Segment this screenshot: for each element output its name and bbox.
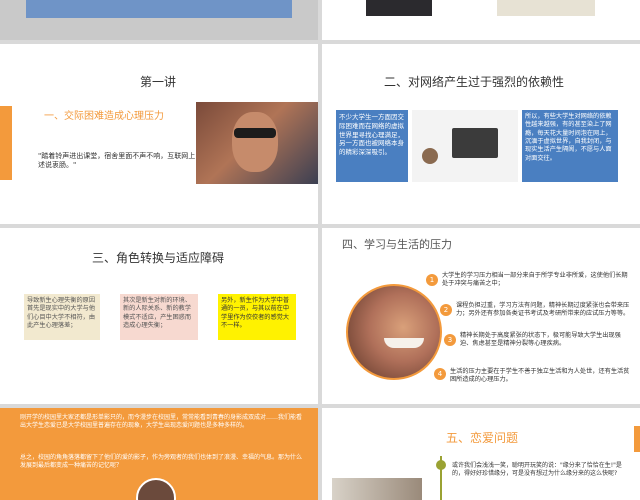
slide-7[interactable]: 刚开学的校园里大家还都是形单影只的，而今漫步在校园里，常常能看到青春的身影成双成… <box>0 408 318 500</box>
slide-5-box-1: 导致新生心理失衡的原因首先是现实中的大学与他们心目中大学不相符，由此产生心理落差… <box>24 294 100 340</box>
coffee-cup-icon <box>422 148 438 164</box>
slide-5-box-3: 另外，新生作为大学中普通的一员，与其以前在中学里作为佼佼者的感觉大不一样。 <box>218 294 296 340</box>
slide-3-subtitle: 一、交际困难造成心理压力 <box>44 111 164 122</box>
slide-4-title: 二、对网络产生过于强烈的依赖性 <box>384 75 565 89</box>
slide-2-photo-dark <box>366 0 432 16</box>
slide-2-photo-light <box>497 0 595 16</box>
slide-1-banner <box>26 0 292 18</box>
slide-4[interactable]: 二、对网络产生过于强烈的依赖性 不少大学生一方面因交际困难而在网络的虚拟世界里寻… <box>322 44 640 224</box>
item-2-marker: 2 <box>440 304 452 316</box>
laptop-icon <box>452 128 498 158</box>
slide-5-box-2: 其次是新生对新的环境、新的人际关系、新的教学模式不适应，产生困惑而造成心理失衡； <box>120 294 198 340</box>
slide-6-title: 四、学习与生活的压力 <box>342 238 452 251</box>
item-2-text: 课程负担过重，学习方法有问题，精神长期过度紧张也会带来压力；另外还有参加各类证书… <box>456 302 630 318</box>
slide-7-paragraph-2: 总之，校园的角角落落都留下了他们的爱的影子，作为旁观者的我们也体到了浪漫、幸福的… <box>20 454 303 470</box>
slide-4-right-box: 所以，有些大学生对网络的依赖性越来越强，有的甚至染上了网瘾，每天花大量时间泡在网… <box>522 110 618 182</box>
smiling-man-photo <box>196 102 318 184</box>
slide-8-accent-bar <box>634 426 640 452</box>
smile-teeth <box>384 338 424 348</box>
man-face <box>232 112 278 172</box>
slide-8-photo <box>332 478 422 500</box>
slide-3-quote: "踏着铃声进出课堂，宿舍里面不声不响，互联网上述说衷肠。" <box>38 152 196 170</box>
slide-3-accent-bar <box>0 106 12 180</box>
slide-3[interactable]: 第一讲 一、交际困难造成心理压力 "踏着铃声进出课堂，宿舍里面不声不响，互联网上… <box>0 44 318 224</box>
woman-smile-photo <box>346 284 442 380</box>
item-3-marker: 3 <box>444 334 456 346</box>
slide-8[interactable]: 五、恋爱问题 或许我们会浅浅一笑，聪明开玩笑的说："缘分来了恰恰在生!"是的，得… <box>322 408 640 500</box>
slide-6[interactable]: 四、学习与生活的压力 1 大学生的学习压力相当一部分来自于所学专业非所爱，这使他… <box>322 228 640 404</box>
slide-2[interactable] <box>322 0 640 40</box>
slide-8-text: 或许我们会浅浅一笑，聪明开玩笑的说："缘分来了恰恰在生!"是的，得好好珍惜缘分，… <box>452 462 622 478</box>
slide-1[interactable] <box>0 0 318 40</box>
slide-7-photo <box>136 478 176 500</box>
slide-5-title: 三、角色转换与适应障碍 <box>92 251 225 265</box>
item-4-text: 生活的压力主要在于学生不善于独立生活和为人处世，还有生活贫困所造成的心理压力。 <box>450 368 630 384</box>
item-1-marker: 1 <box>426 274 438 286</box>
slide-4-left-box: 不少大学生一方面因交际困难而在网络的虚拟世界里寻找心理满足，另一方面也被网络本身… <box>336 110 408 182</box>
slide-3-title: 第一讲 <box>140 75 177 89</box>
sunglasses-icon <box>234 128 276 138</box>
desk-laptop-photo <box>412 110 518 182</box>
item-3-text: 精神长期处于高度紧张的状态下，极可能导致大学生出现强迫、焦虑甚至是精神分裂等心理… <box>460 332 621 348</box>
slide-5[interactable]: 三、角色转换与适应障碍 导致新生心理失衡的原因首先是现实中的大学与他们心目中大学… <box>0 228 318 404</box>
item-1-text: 大学生的学习压力相当一部分来自于所学专业非所爱，这使他们长期处于冲突与痛苦之中； <box>442 272 628 288</box>
slide-8-timeline-dot <box>436 460 446 470</box>
slide-8-title: 五、恋爱问题 <box>446 431 519 445</box>
slide-7-paragraph-1: 刚开学的校园里大家还都是形单影只的，而今漫步在校园里，常常能看到青春的身影成双成… <box>20 414 303 430</box>
item-4-marker: 4 <box>434 368 446 380</box>
